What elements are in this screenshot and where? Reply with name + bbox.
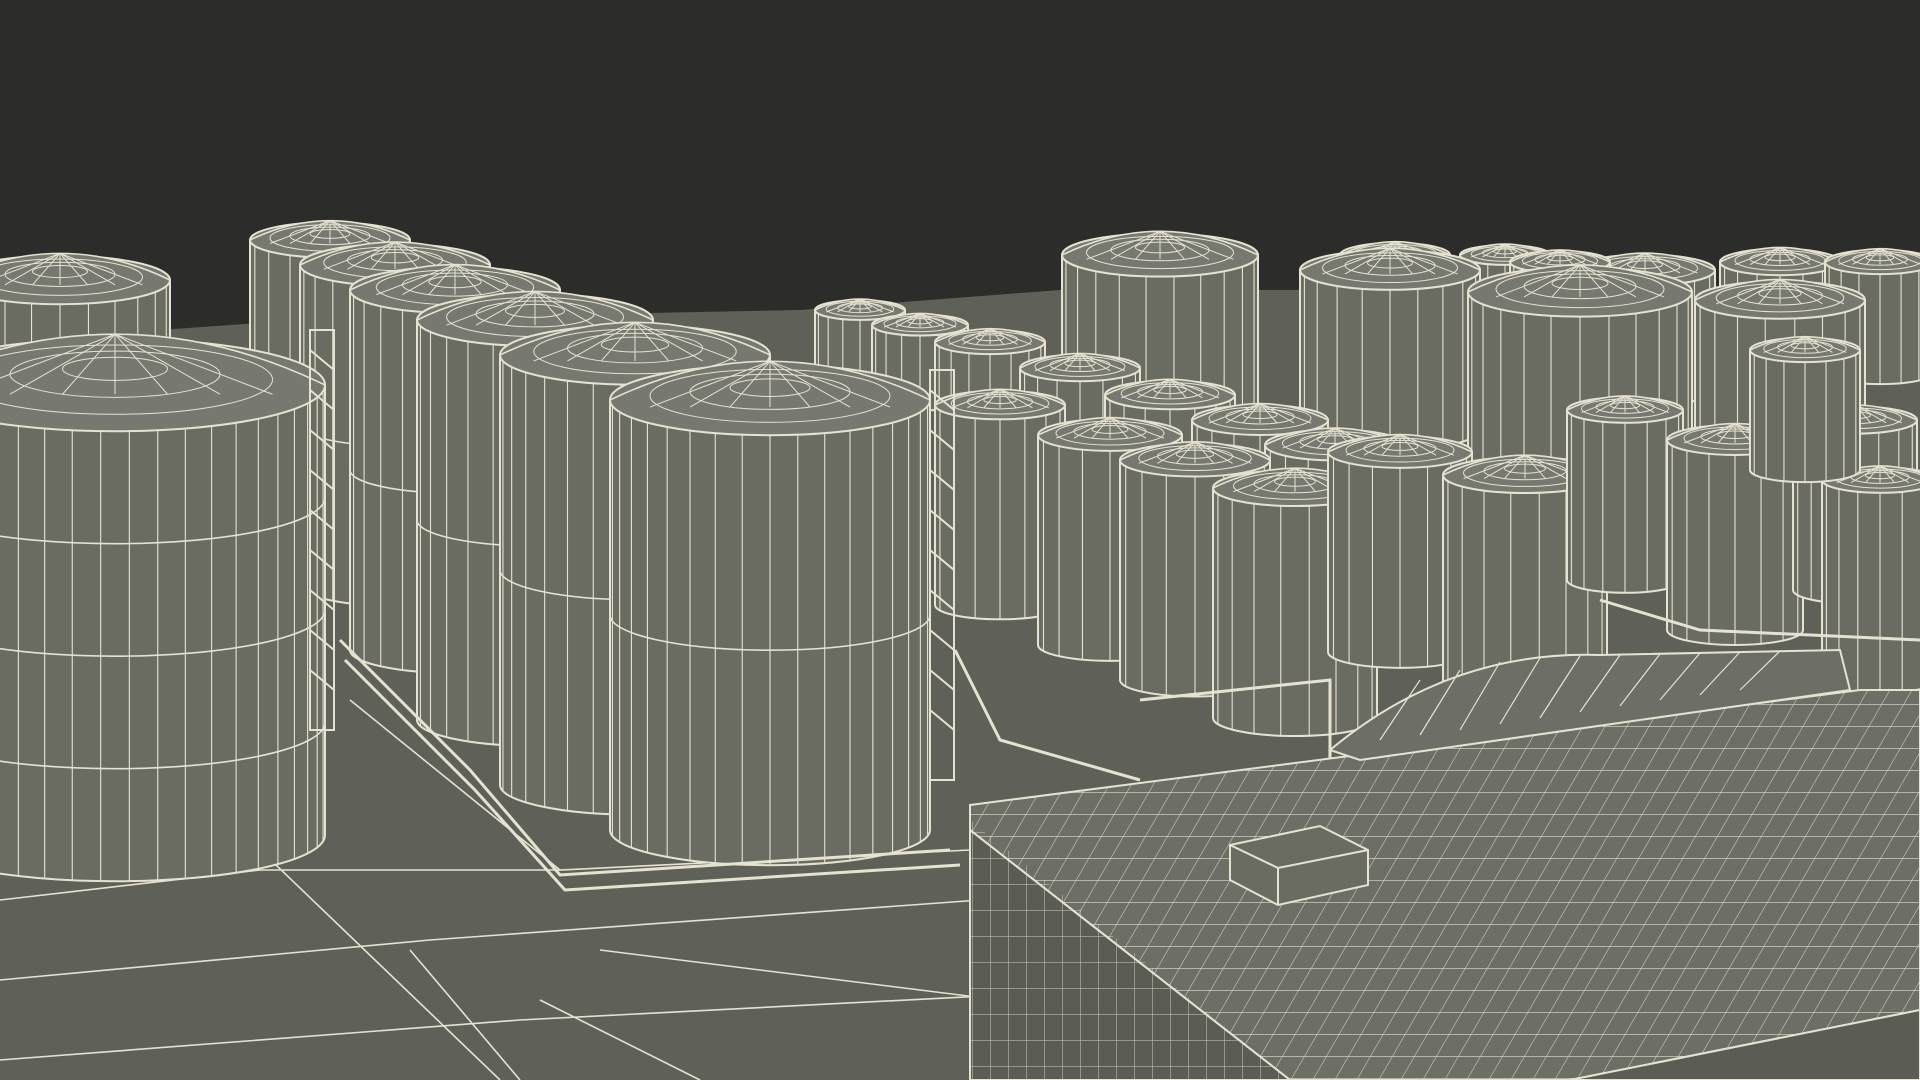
- storage-tank: [1749, 335, 1861, 484]
- tank-farm-wireframe-scene: [0, 0, 1920, 1080]
- storage-tank: [0, 333, 326, 883]
- storage-tank: [1566, 395, 1684, 594]
- render-viewport: [0, 0, 1920, 1080]
- storage-tank: [609, 360, 931, 867]
